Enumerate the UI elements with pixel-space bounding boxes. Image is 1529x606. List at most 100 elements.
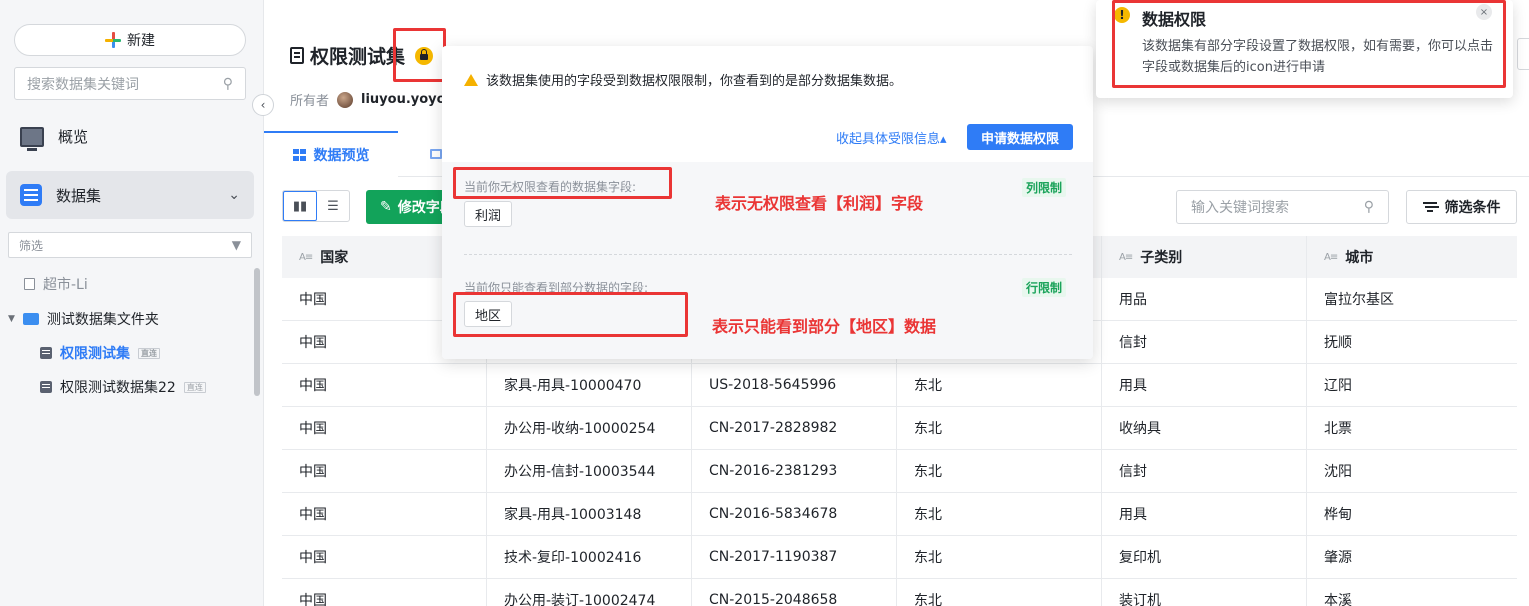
view-toggle: ▮▮ ☰ <box>282 190 350 222</box>
collapse-sidebar-button[interactable]: ‹ <box>252 94 274 116</box>
owner-label: 所有者 <box>290 94 330 109</box>
tab-2-icon[interactable] <box>430 149 442 159</box>
table-cell: 用品 <box>1102 278 1307 320</box>
page-title: 权限测试集 <box>290 42 434 69</box>
keyword-search-input[interactable]: 输入关键词搜索 ⚲ <box>1176 190 1389 224</box>
table-cell: CN-2017-1190387 <box>692 536 897 578</box>
apply-permission-button[interactable]: 申请数据权限 <box>967 124 1073 150</box>
column-view-icon[interactable]: ▮▮ <box>283 191 317 221</box>
text-type-icon: A≡ <box>299 251 313 263</box>
table-cell: 肇源 <box>1324 550 1352 566</box>
table-cell: 中国 <box>282 364 487 406</box>
restricted-field-region[interactable]: 地区 <box>464 301 513 327</box>
table-cell: 北票 <box>1324 421 1352 437</box>
direct-connect-tag: 直连 <box>138 347 160 359</box>
sidebar: 新建 搜索数据集关键词 ⚲ 概览 数据集 ⌄ 筛选 ▼ 超市-Li ▼ 测试数据… <box>0 0 264 606</box>
table-cell: 东北 <box>897 536 1102 578</box>
filter-select-label: 筛选 <box>19 238 44 253</box>
nav-item-overview[interactable]: 概览 <box>20 126 89 151</box>
table-cell: 中国 <box>282 579 487 606</box>
caret-down-icon[interactable]: ▼ <box>8 314 15 324</box>
search-icon: ⚲ <box>222 75 233 92</box>
notification-title: 数据权限 <box>1142 10 1207 29</box>
owner-name: liuyou.yoyo <box>361 92 446 107</box>
table-cell: CN-2015-2048658 <box>692 579 897 606</box>
table-cell: 信封 <box>1102 321 1307 363</box>
direct-connect-tag: 直连 <box>183 381 206 393</box>
table-cell: CN-2016-2381293 <box>692 450 897 492</box>
table-cell: 富拉尔基区 <box>1324 292 1394 308</box>
nav-overview-label: 概览 <box>58 128 89 146</box>
nav-item-dataset[interactable]: 数据集 ⌄ <box>6 171 254 219</box>
table-cell: 本溪 <box>1324 593 1352 606</box>
column-header-subcategory[interactable]: A≡ 子类别 <box>1102 236 1307 278</box>
modify-fields-button[interactable]: ✎ 修改字段 <box>366 190 446 224</box>
permission-warning-text: 该数据集使用的字段受到数据权限限制，你查看到的是部分数据集数据。 <box>486 74 903 89</box>
warning-icon: ! <box>1114 7 1130 23</box>
tree-item-supermarket[interactable]: 超市-Li <box>24 274 88 294</box>
row-restriction-label: 当前你只能查看到部分数据的字段: <box>464 281 649 295</box>
tab-data-preview[interactable]: 数据预览 <box>264 131 398 177</box>
folder-icon <box>22 313 39 325</box>
table-row[interactable]: 中国 家具-用具-10000470 US-2018-5645996 东北 用具 辽阳 <box>282 364 1517 407</box>
table-cell: 装订机 <box>1102 579 1307 606</box>
owner-row: 所有者 liuyou.yoyo <box>290 90 446 109</box>
dataset-search-input[interactable]: 搜索数据集关键词 ⚲ <box>14 67 246 100</box>
keyword-search-placeholder: 输入关键词搜索 <box>1191 200 1289 216</box>
nav-dataset-label: 数据集 <box>56 186 102 205</box>
column-restriction-label: 当前你无权限查看的数据集字段: <box>464 180 637 194</box>
monitor-icon <box>20 126 44 151</box>
table-cell: 收纳具 <box>1102 407 1307 449</box>
row-limit-badge: 行限制 <box>1022 278 1067 297</box>
plus-icon <box>105 32 121 48</box>
table-row[interactable]: 中国 家具-用具-10003148 CN-2016-5834678 东北 用具 桦甸 <box>282 493 1517 536</box>
table-cell: 抚顺 <box>1324 335 1352 351</box>
tree-item-permission-test[interactable]: 权限测试集 直连 <box>40 343 160 363</box>
divider <box>464 254 1072 255</box>
table-cell: 信封 <box>1102 450 1307 492</box>
restricted-field-profit[interactable]: 利润 <box>464 201 513 227</box>
document-icon <box>290 47 304 64</box>
warning-icon <box>464 73 478 86</box>
table-cell: CN-2016-5834678 <box>692 493 897 535</box>
lock-icon[interactable] <box>415 46 434 65</box>
table-cell: 办公用-信封-10003544 <box>487 450 692 492</box>
sidebar-scrollbar[interactable] <box>254 268 260 396</box>
new-button[interactable]: 新建 <box>14 24 246 56</box>
table-cell: 技术-复印-10002416 <box>487 536 692 578</box>
tree-item-permission-test-22[interactable]: 权限测试数据集22 直连 <box>40 377 206 397</box>
table-cell: 用具 <box>1102 364 1307 406</box>
column-header-city[interactable]: A≡ 城市 <box>1307 236 1517 278</box>
tab-label: 数据预览 <box>313 148 370 164</box>
permission-warning: 该数据集使用的字段受到数据权限限制，你查看到的是部分数据集数据。 <box>464 70 902 89</box>
annotation-column-restriction: 表示无权限查看【利润】字段 <box>715 194 924 213</box>
dataset-icon <box>40 381 52 393</box>
table-row[interactable]: 中国 办公用-信封-10003544 CN-2016-2381293 东北 信封 沈阳 <box>282 450 1517 493</box>
more-button[interactable] <box>1517 38 1529 70</box>
table-cell: 东北 <box>897 407 1102 449</box>
page-title-text: 权限测试集 <box>310 46 406 68</box>
table-row[interactable]: 中国 办公用-装订-10002474 CN-2015-2048658 东北 装订机 本溪 <box>282 579 1517 606</box>
table-row[interactable]: 中国 办公用-收纳-10000254 CN-2017-2828982 东北 收纳具 北票 <box>282 407 1517 450</box>
permission-notification: ! 数据权限 该数据集有部分字段设置了数据权限，如有需要，你可以点击字段或数据集… <box>1096 0 1513 98</box>
table-row[interactable]: 中国 技术-复印-10002416 CN-2017-1190387 东北 复印机 肇源 <box>282 536 1517 579</box>
column-limit-badge: 列限制 <box>1022 178 1067 197</box>
table-cell: 东北 <box>897 579 1102 606</box>
table-cell: 辽阳 <box>1324 378 1352 394</box>
dataset-icon <box>40 347 52 359</box>
tree-item-folder[interactable]: ▼ 测试数据集文件夹 <box>8 309 159 329</box>
close-icon[interactable]: × <box>1476 4 1492 20</box>
chevron-down-icon[interactable]: ⌄ <box>228 187 240 203</box>
list-view-icon[interactable]: ☰ <box>317 191 349 221</box>
dataset-search-placeholder: 搜索数据集关键词 <box>27 76 139 93</box>
table-cell: 东北 <box>897 493 1102 535</box>
filter-conditions-button[interactable]: 筛选条件 <box>1406 190 1517 224</box>
text-type-icon: A≡ <box>1324 251 1338 263</box>
table-cell: 中国 <box>282 493 487 535</box>
dataset-icon <box>20 184 42 206</box>
modify-fields-label: 修改字段 <box>397 200 446 216</box>
tree-item-label: 权限测试数据集22 <box>60 380 176 396</box>
collapse-details-link[interactable]: 收起具体受限信息▴ <box>836 128 947 147</box>
filter-select[interactable]: 筛选 ▼ <box>8 232 252 258</box>
tree-item-label: 超市-Li <box>43 277 88 293</box>
